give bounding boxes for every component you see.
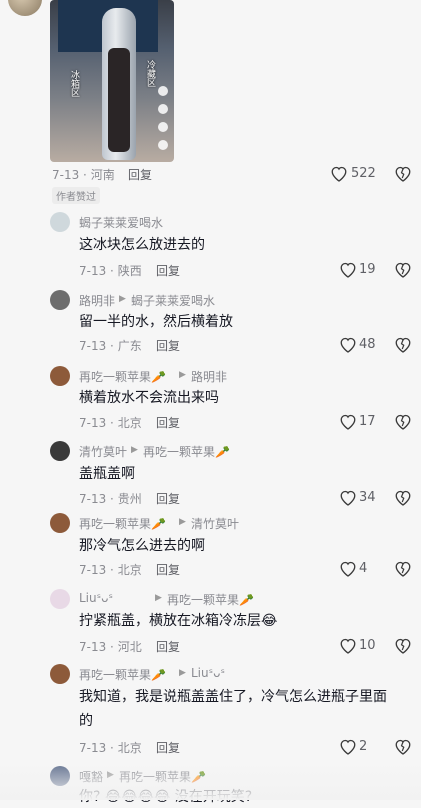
like-count: 522	[351, 166, 376, 181]
avatar[interactable]	[50, 664, 70, 684]
reply-to-name[interactable]: 清竹莫叶	[191, 515, 239, 532]
reply-to-name[interactable]: 路明非	[191, 368, 227, 385]
location: 陕西	[117, 264, 142, 278]
comment-icon	[158, 104, 168, 114]
location: 贵州	[117, 492, 142, 506]
like-count: 19	[359, 262, 376, 277]
heart-icon[interactable]	[339, 261, 357, 278]
like-count: 17	[359, 414, 376, 429]
comment-date: 7-13 · 河北	[79, 640, 142, 654]
dislike-icon[interactable]	[394, 489, 412, 506]
reply-arrow-icon: ▶	[179, 668, 186, 678]
comment-text: 那冷气怎么进去的啊	[79, 538, 205, 554]
commenter-name[interactable]: Liuˢᴗˢ	[79, 591, 113, 605]
avatar[interactable]	[50, 366, 70, 386]
dislike-icon[interactable]	[394, 738, 412, 755]
date: 7-13	[79, 492, 107, 506]
comment-date: 7-13 · 陕西	[79, 264, 142, 278]
heart-icon[interactable]	[339, 637, 357, 654]
video-thumbnail[interactable]: 冰箱区 冷藏区	[50, 0, 174, 162]
reply-to-name[interactable]: Liuˢᴗˢ	[191, 666, 225, 680]
dislike-icon[interactable]	[394, 560, 412, 577]
reply-arrow-icon: ▶	[155, 593, 162, 603]
bottom-fade	[0, 760, 421, 800]
heart-icon[interactable]	[339, 336, 357, 353]
dislike-icon[interactable]	[394, 413, 412, 430]
reply-button[interactable]: 回复	[156, 638, 180, 655]
comment-date: 7-13 · 北京	[79, 741, 142, 755]
like-count: 4	[359, 561, 368, 576]
avatar[interactable]	[50, 513, 70, 533]
reply-to-name[interactable]: 再吃一颗苹果🥕	[143, 443, 230, 460]
reply-arrow-icon: ▶	[131, 445, 138, 455]
date: 7-13	[79, 416, 107, 430]
dislike-icon[interactable]	[394, 261, 412, 278]
heart-icon[interactable]	[339, 560, 357, 577]
avatar[interactable]	[50, 589, 70, 609]
dislike-icon[interactable]	[394, 637, 412, 654]
reply-button[interactable]: 回复	[156, 414, 180, 431]
location: 北京	[117, 563, 142, 577]
reply-button[interactable]: 回复	[156, 561, 180, 578]
location: 北京	[117, 416, 142, 430]
dislike-icon[interactable]	[394, 336, 412, 353]
reply-to-name[interactable]: 再吃一颗苹果🥕	[167, 591, 254, 608]
thumbnail-bottle	[102, 8, 136, 160]
star-icon	[158, 122, 168, 132]
reply-arrow-icon: ▶	[179, 370, 186, 380]
like-count: 34	[359, 490, 376, 505]
thumbnail-label-right: 冷藏区	[145, 60, 155, 87]
comment-text-continued: 的	[79, 713, 93, 729]
date: 7-13	[79, 563, 107, 577]
comment-date: 7-13 · 广东	[79, 339, 142, 353]
comment-text: 我知道，我是说瓶盖盖住了，冷气怎么进瓶子里面	[79, 689, 387, 705]
reply-button[interactable]: 回复	[156, 262, 180, 279]
location: 广东	[117, 339, 142, 353]
comment-text: 横着放水不会流出来吗	[79, 390, 219, 406]
dislike-icon[interactable]	[394, 165, 412, 182]
comment-text: 盖瓶盖啊	[79, 466, 135, 482]
like-count: 48	[359, 337, 376, 352]
heart-icon[interactable]	[339, 489, 357, 506]
like-count: 2	[359, 739, 368, 754]
reply-arrow-icon: ▶	[179, 517, 186, 527]
comment-text: 拧紧瓶盖，横放在冰箱冷冻层😂	[79, 613, 278, 629]
avatar[interactable]	[8, 0, 42, 16]
date: 7-13	[79, 640, 107, 654]
reply-button[interactable]: 回复	[128, 166, 152, 183]
reply-to-name[interactable]: 蝎子莱莱爱喝水	[131, 292, 215, 309]
reply-arrow-icon: ▶	[119, 294, 126, 304]
author-liked-badge: 作者赞过	[52, 187, 100, 204]
heart-icon[interactable]	[339, 738, 357, 755]
comment-date: 7-13 · 河南	[52, 168, 115, 182]
reply-button[interactable]: 回复	[156, 337, 180, 354]
comment-date: 7-13 · 贵州	[79, 492, 142, 506]
commenter-name[interactable]: 再吃一颗苹果🥕	[79, 666, 166, 683]
heart-icon[interactable]	[339, 413, 357, 430]
comment-date: 7-13 · 北京	[79, 563, 142, 577]
commenter-name[interactable]: 再吃一颗苹果🥕	[79, 368, 166, 385]
heart-icon[interactable]	[330, 165, 348, 182]
comment-date: 7-13 · 北京	[79, 416, 142, 430]
reply-button[interactable]: 回复	[156, 490, 180, 507]
avatar[interactable]	[50, 441, 70, 461]
comment-text: 这冰块怎么放进去的	[79, 237, 205, 253]
date: 7-13	[79, 741, 107, 755]
commenter-name[interactable]: 再吃一颗苹果🥕	[79, 515, 166, 532]
avatar[interactable]	[50, 212, 70, 232]
date: 7-13	[79, 339, 107, 353]
reply-button[interactable]: 回复	[156, 739, 180, 756]
date: 7-13	[79, 264, 107, 278]
commenter-name[interactable]: 清竹莫叶	[79, 443, 127, 460]
share-icon	[158, 140, 168, 150]
like-count: 10	[359, 638, 376, 653]
heart-icon	[158, 86, 168, 96]
comment-text: 留一半的水，然后横着放	[79, 314, 233, 330]
thumbnail-label-left: 冰箱区	[69, 70, 79, 97]
location: 北京	[117, 741, 142, 755]
avatar[interactable]	[50, 290, 70, 310]
commenter-name[interactable]: 蝎子莱莱爱喝水	[79, 214, 163, 231]
commenter-name[interactable]: 路明非	[79, 292, 115, 309]
location: 河北	[117, 640, 142, 654]
